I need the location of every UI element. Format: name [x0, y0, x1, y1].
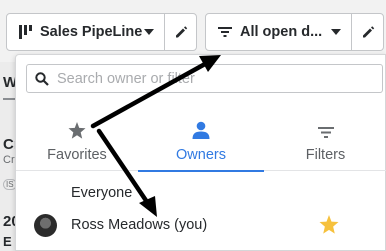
- background-text-cr-sub: Cr: [3, 154, 15, 166]
- scale-icon: [3, 98, 15, 104]
- list-item-everyone[interactable]: Everyone: [16, 177, 386, 209]
- chevron-down-icon: [331, 29, 342, 35]
- filter-dropdown-button[interactable]: All open d...: [206, 14, 351, 50]
- owner-filter-dropdown: Favorites Owners Filters Everyone Ross M…: [15, 54, 386, 251]
- filter-label: All open d...: [240, 24, 323, 40]
- pipeline-dropdown-button[interactable]: Sales PipeLine: [7, 14, 164, 50]
- dropdown-tabs: Favorites Owners Filters: [16, 101, 386, 172]
- tab-filters-label: Filters: [305, 147, 346, 163]
- search-input[interactable]: [57, 70, 357, 87]
- tab-owners[interactable]: Owners: [138, 101, 264, 172]
- tab-favorites-label: Favorites: [47, 147, 107, 163]
- tab-favorites[interactable]: Favorites: [16, 101, 138, 171]
- pipeline-selector: Sales PipeLine: [6, 13, 197, 51]
- avatar: [34, 214, 57, 237]
- favorite-star-icon[interactable]: [319, 215, 339, 238]
- filter-icon: [218, 26, 232, 38]
- background-text-e: E: [3, 234, 12, 249]
- owner-name: Ross Meadows (you): [71, 217, 208, 233]
- edit-filter-button[interactable]: [351, 14, 383, 50]
- pipeline-icon: [19, 25, 32, 39]
- pipeline-label: Sales PipeLine: [40, 24, 143, 40]
- pencil-icon: [362, 26, 374, 38]
- filter-icon: [317, 127, 334, 138]
- pencil-icon: [175, 26, 187, 38]
- filter-selector: All open d...: [205, 13, 384, 51]
- person-icon: [192, 121, 210, 139]
- search-icon: [35, 71, 49, 86]
- everyone-label: Everyone: [71, 185, 133, 201]
- list-item-owner[interactable]: Ross Meadows (you): [16, 210, 386, 242]
- tab-filters[interactable]: Filters: [264, 101, 386, 171]
- edit-pipeline-button[interactable]: [164, 14, 196, 50]
- star-icon: [68, 122, 86, 139]
- search-box: [26, 64, 383, 93]
- chevron-down-icon: [144, 29, 155, 35]
- tab-owners-label: Owners: [176, 147, 226, 163]
